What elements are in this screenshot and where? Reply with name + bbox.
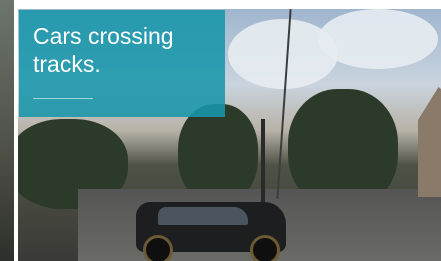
video-frame: Cars crossing tracks. — [0, 0, 441, 261]
utility-pole — [261, 119, 265, 204]
caption-overlay: Cars crossing tracks. — [19, 10, 225, 117]
car-window — [158, 207, 248, 225]
caption-text: Cars crossing tracks. — [33, 23, 174, 77]
house — [418, 87, 441, 197]
cloud — [318, 9, 438, 69]
adjacent-slide-edge — [0, 0, 14, 261]
caption-divider — [33, 98, 93, 99]
car-wheel — [250, 235, 280, 261]
car-wheel — [143, 235, 173, 261]
